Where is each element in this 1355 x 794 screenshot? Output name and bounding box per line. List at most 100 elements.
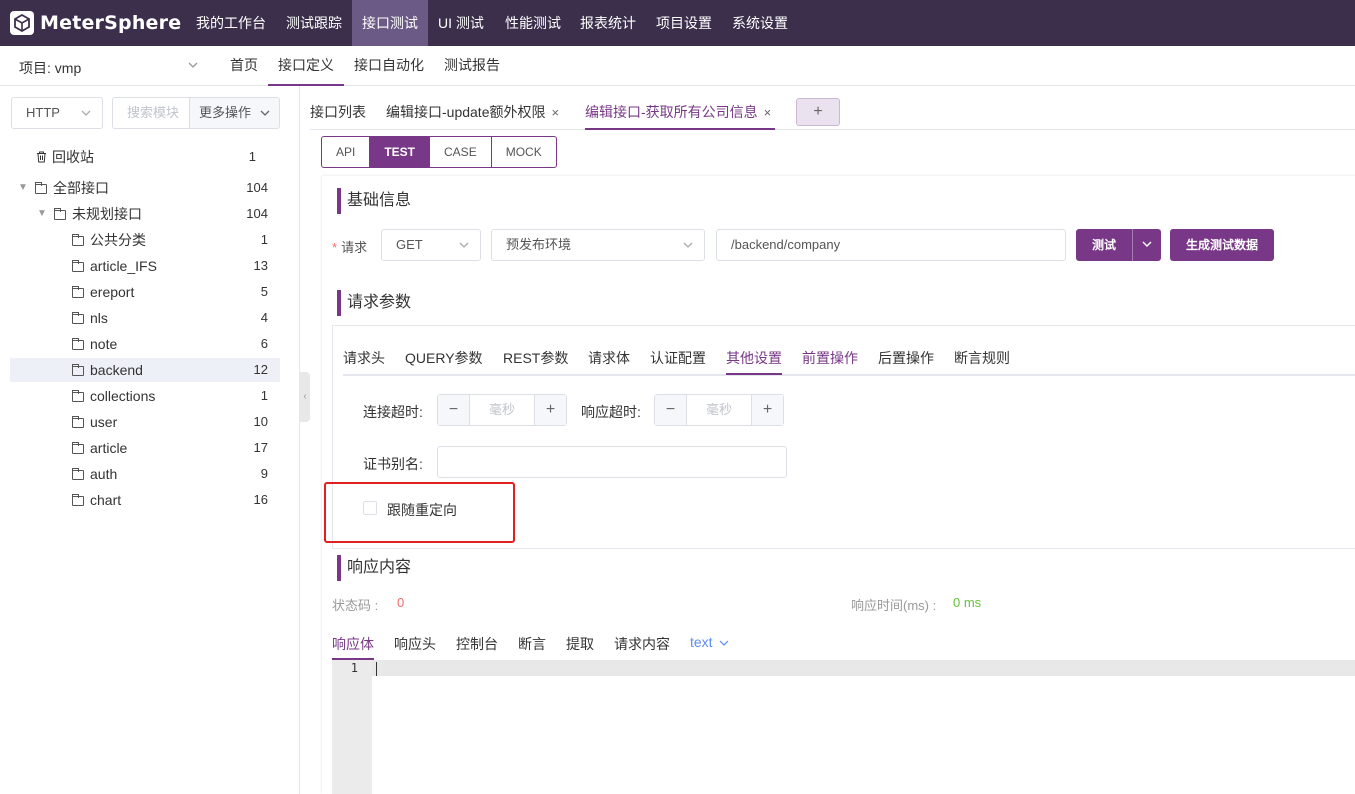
- method-select[interactable]: GET: [381, 229, 481, 261]
- chevron-down-icon: [80, 98, 92, 139]
- collapse-panel-handle[interactable]: ‹: [300, 372, 310, 422]
- subnav-home[interactable]: 首页: [220, 46, 268, 86]
- tab-request-body[interactable]: 请求体: [588, 348, 630, 368]
- follow-redirect-checkbox[interactable]: [363, 501, 377, 515]
- tab-extract[interactable]: 提取: [566, 634, 594, 654]
- tab-edit-update-permission[interactable]: 编辑接口-update额外权限 ×: [386, 102, 559, 122]
- tree-node-label: 回收站: [52, 149, 94, 165]
- mode-test-button[interactable]: TEST: [369, 136, 431, 168]
- test-button[interactable]: 测试: [1076, 229, 1132, 261]
- caret-down-icon[interactable]: ▼: [37, 202, 47, 226]
- tab-auth-config[interactable]: 认证配置: [650, 348, 706, 368]
- format-value: text: [690, 634, 713, 650]
- response-timeout-stepper[interactable]: − 毫秒 +: [654, 394, 784, 426]
- tree-node-module[interactable]: chart 16: [10, 488, 280, 512]
- line-number: 1: [350, 661, 358, 675]
- tab-post-operations[interactable]: 后置操作: [878, 348, 934, 368]
- tab-pre-operations[interactable]: 前置操作: [802, 348, 858, 368]
- subnav-api-definition[interactable]: 接口定义: [268, 46, 344, 86]
- logo[interactable]: MeterSphere: [10, 10, 181, 36]
- nav-workbench[interactable]: 我的工作台: [186, 0, 276, 46]
- tab-assertions[interactable]: 断言: [518, 634, 546, 654]
- path-input[interactable]: /backend/company: [716, 229, 1066, 261]
- folder-icon: [72, 364, 84, 376]
- cert-alias-input[interactable]: [437, 446, 787, 478]
- tree-node-module[interactable]: nls 4: [10, 306, 280, 330]
- mode-mock-button[interactable]: MOCK: [490, 136, 557, 168]
- tree-node-count: 9: [260, 466, 268, 481]
- tab-request-content[interactable]: 请求内容: [614, 634, 670, 654]
- decrement-button[interactable]: −: [438, 395, 470, 425]
- tree-node-module[interactable]: article 17: [10, 436, 280, 460]
- chevron-down-icon[interactable]: [187, 55, 199, 78]
- close-icon[interactable]: ×: [764, 105, 772, 120]
- tab-response-body[interactable]: 响应体: [332, 634, 374, 654]
- tab-rest-params[interactable]: REST参数: [503, 348, 568, 368]
- follow-redirect-label[interactable]: 跟随重定向: [387, 500, 457, 520]
- generate-test-data-button[interactable]: 生成测试数据: [1170, 229, 1274, 261]
- connect-timeout-stepper[interactable]: − 毫秒 +: [437, 394, 567, 426]
- response-body-editor[interactable]: 1: [332, 660, 1355, 794]
- more-operations-dropdown[interactable]: 更多操作: [189, 97, 280, 129]
- nav-ui-test[interactable]: UI 测试: [428, 0, 494, 46]
- tab-console[interactable]: 控制台: [456, 634, 498, 654]
- tree-node-count: 5: [260, 284, 268, 299]
- increment-button[interactable]: +: [751, 395, 783, 425]
- increment-button[interactable]: +: [534, 395, 566, 425]
- add-tab-button[interactable]: +: [796, 98, 840, 126]
- mode-case-button[interactable]: CASE: [429, 136, 492, 168]
- nav-test-track[interactable]: 测试跟踪: [276, 0, 352, 46]
- tree-node-trash[interactable]: 回收站 1: [10, 145, 280, 169]
- tree-node-count: 1: [260, 388, 268, 403]
- test-dropdown-button[interactable]: [1132, 229, 1161, 261]
- tree-node-module[interactable]: note 6: [10, 332, 280, 356]
- tree-node-module[interactable]: article_IFS 13: [10, 254, 280, 278]
- tree-node-label: article: [90, 440, 128, 456]
- tree-node-count: 12: [253, 362, 268, 377]
- tree-node-count: 1: [248, 149, 256, 164]
- subnav-api-automation[interactable]: 接口自动化: [344, 46, 434, 86]
- mode-api-button[interactable]: API: [321, 136, 371, 168]
- tab-api-list[interactable]: 接口列表: [310, 102, 366, 122]
- params-active-tab-indicator: [726, 373, 782, 375]
- module-search-input[interactable]: 搜索模块: [112, 97, 192, 129]
- close-icon[interactable]: ×: [551, 105, 559, 120]
- tree-node-label: note: [90, 336, 118, 352]
- section-title-basic: 基础信息: [337, 188, 411, 214]
- tree-node-module-selected[interactable]: backend 12: [10, 358, 280, 382]
- nav-report-stats[interactable]: 报表统计: [570, 0, 646, 46]
- folder-icon: [35, 182, 47, 194]
- project-selector[interactable]: 项目: vmp: [19, 58, 81, 78]
- chevron-down-icon: [259, 98, 271, 139]
- tab-other-settings[interactable]: 其他设置: [726, 348, 782, 368]
- tree-node-module[interactable]: auth 9: [10, 462, 280, 486]
- decrement-button[interactable]: −: [655, 395, 687, 425]
- tree-node-module[interactable]: 公共分类 1: [10, 228, 280, 252]
- tab-response-headers[interactable]: 响应头: [394, 634, 436, 654]
- tree-node-count: 13: [253, 258, 268, 273]
- tree-node-label: nls: [90, 310, 108, 326]
- tree-node-unplanned[interactable]: ▼ 未规划接口 104: [10, 202, 280, 226]
- tree-node-module[interactable]: ereport 5: [10, 280, 280, 304]
- tree-node-module[interactable]: user 10: [10, 410, 280, 434]
- caret-down-icon[interactable]: ▼: [18, 176, 28, 200]
- subnav-test-report[interactable]: 测试报告: [434, 46, 510, 86]
- tree-node-count: 4: [260, 310, 268, 325]
- protocol-select[interactable]: HTTP: [11, 97, 103, 129]
- response-timeout-input[interactable]: 毫秒: [687, 395, 751, 425]
- more-operations-label: 更多操作: [199, 105, 252, 120]
- nav-system-settings[interactable]: 系统设置: [722, 0, 798, 46]
- cert-alias-label: 证书别名:: [363, 456, 423, 472]
- tab-edit-get-companies[interactable]: 编辑接口-获取所有公司信息 ×: [585, 102, 771, 122]
- nav-performance-test[interactable]: 性能测试: [495, 0, 571, 46]
- tab-query-params[interactable]: QUERY参数: [405, 348, 483, 368]
- connect-timeout-input[interactable]: 毫秒: [470, 395, 534, 425]
- tab-request-headers[interactable]: 请求头: [343, 348, 385, 368]
- tree-node-all-apis[interactable]: ▼ 全部接口 104: [10, 176, 280, 200]
- tree-node-module[interactable]: collections 1: [10, 384, 280, 408]
- tab-assertion-rules[interactable]: 断言规则: [954, 348, 1010, 368]
- format-select[interactable]: text: [690, 634, 729, 651]
- nav-api-test[interactable]: 接口测试: [352, 0, 428, 46]
- environment-select[interactable]: 预发布环境: [491, 229, 705, 261]
- nav-project-settings[interactable]: 项目设置: [646, 0, 722, 46]
